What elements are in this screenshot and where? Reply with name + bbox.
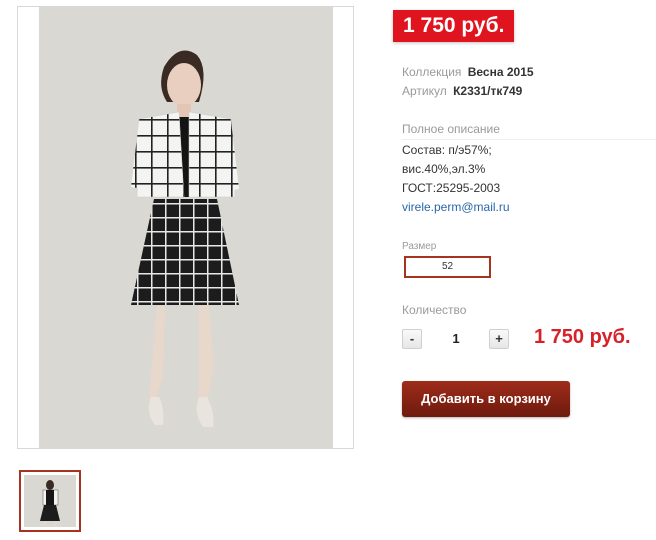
total-price: 1 750 руб.	[534, 326, 631, 348]
article-label: Артикул	[402, 84, 447, 98]
collection-value: Весна 2015	[467, 65, 534, 79]
article-row: Артикул К2331/тк749	[402, 84, 522, 98]
collection-row: Коллекция Весна 2015	[402, 65, 534, 79]
quantity-input[interactable]: 1	[440, 331, 472, 346]
thumbnail-photo	[24, 475, 76, 527]
description-title: Полное описание	[402, 122, 500, 136]
collection-label: Коллекция	[402, 65, 462, 79]
description-divider	[402, 139, 656, 140]
quantity-label: Количество	[402, 303, 467, 317]
product-main-image[interactable]	[17, 6, 354, 449]
description-line: вис.40%,эл.3%	[402, 162, 486, 176]
quantity-decrease-button[interactable]: -	[402, 329, 422, 349]
price-badge: 1 750 руб.	[393, 10, 515, 42]
model-illustration	[131, 50, 239, 427]
description-line: Состав: п/э57%;	[402, 143, 492, 157]
article-value: К2331/тк749	[453, 84, 523, 98]
quantity-increase-button[interactable]: +	[489, 329, 509, 349]
product-photo	[39, 7, 333, 448]
email-link[interactable]: virele.perm@mail.ru	[402, 200, 510, 214]
thumbnail-illustration	[40, 480, 60, 526]
add-to-cart-button[interactable]: Добавить в корзину	[402, 381, 570, 417]
size-option-52[interactable]: 52	[404, 256, 491, 278]
product-thumbnail[interactable]	[19, 470, 81, 532]
description-line: ГОСТ:25295-2003	[402, 181, 501, 195]
size-label: Размер	[402, 241, 437, 252]
